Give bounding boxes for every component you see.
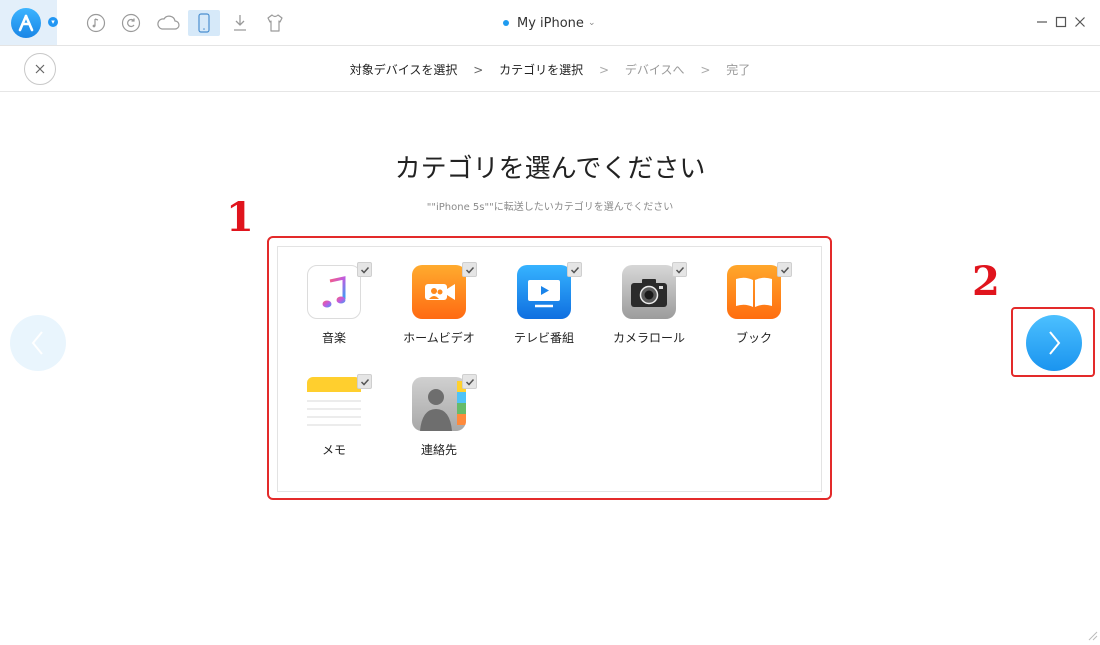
step-separator: > — [599, 63, 609, 77]
restore-icon[interactable] — [115, 10, 147, 36]
step-separator: > — [473, 63, 483, 77]
chevron-right-icon — [1044, 328, 1064, 358]
category-label: メモ — [282, 441, 386, 458]
close-icon[interactable] — [1071, 12, 1089, 32]
category-notes[interactable]: メモ — [282, 377, 382, 473]
tshirt-icon[interactable] — [259, 10, 291, 36]
category-label: ホームビデオ — [387, 329, 491, 346]
app-logo-area[interactable]: ▾ — [0, 0, 57, 45]
step-select-category: カテゴリを選択 — [499, 61, 583, 78]
step-separator: > — [700, 63, 710, 77]
category-music[interactable]: 音楽 — [282, 265, 382, 361]
title-bar: ▾ My iPhone ⌄ — [0, 0, 1100, 46]
page-subtitle: ""iPhone 5s""に転送したいカテゴリを選んでください — [0, 198, 1100, 213]
category-label: 音楽 — [282, 329, 386, 346]
next-button[interactable] — [1026, 315, 1082, 371]
breadcrumb: 対象デバイスを選択 > カテゴリを選択 > デバイスへ > 完了 — [0, 61, 1100, 78]
annotation-number-1: 1 — [226, 194, 254, 241]
minimize-icon[interactable] — [1033, 12, 1051, 32]
device-selector[interactable]: My iPhone ⌄ — [503, 14, 595, 32]
category-label: ブック — [702, 329, 806, 346]
category-home-video[interactable]: ホームビデオ — [387, 265, 487, 361]
category-contacts[interactable]: 連絡先 — [387, 377, 487, 473]
category-panel-highlight: 音楽 ホームビデオ — [267, 236, 832, 500]
books-icon — [727, 265, 781, 319]
connection-dot-icon — [503, 20, 509, 26]
download-icon[interactable] — [224, 10, 256, 36]
category-books[interactable]: ブック — [702, 265, 802, 361]
category-label: カメラロール — [597, 329, 701, 346]
music-icon[interactable] — [80, 10, 112, 36]
chevron-left-icon — [28, 328, 48, 358]
step-to-device: デバイスへ — [625, 61, 685, 78]
step-complete: 完了 — [726, 61, 750, 78]
notes-checkbox[interactable] — [357, 374, 372, 389]
app-logo-icon[interactable] — [11, 8, 41, 38]
category-tv-shows[interactable]: テレビ番組 — [492, 265, 592, 361]
wizard-bar: 対象デバイスを選択 > カテゴリを選択 > デバイスへ > 完了 — [0, 46, 1100, 92]
resize-grip-icon[interactable] — [1086, 626, 1098, 638]
chevron-down-icon: ⌄ — [588, 18, 596, 28]
cloud-icon[interactable] — [152, 10, 184, 36]
camera-icon — [622, 265, 676, 319]
category-label: テレビ番組 — [492, 329, 596, 346]
phone-icon[interactable] — [188, 10, 220, 36]
previous-button[interactable] — [10, 315, 66, 371]
category-label: 連絡先 — [387, 441, 491, 458]
music-checkbox[interactable] — [357, 262, 372, 277]
page-title: カテゴリを選んでください — [0, 148, 1100, 185]
music-app-icon — [307, 265, 361, 319]
tv-checkbox[interactable] — [567, 262, 582, 277]
camera-roll-checkbox[interactable] — [672, 262, 687, 277]
category-grid: 音楽 ホームビデオ — [277, 246, 822, 492]
annotation-number-2: 2 — [972, 258, 1000, 305]
home-video-checkbox[interactable] — [462, 262, 477, 277]
contacts-icon — [412, 377, 466, 431]
category-camera-roll[interactable]: カメラロール — [597, 265, 697, 361]
home-video-icon — [412, 265, 466, 319]
contacts-checkbox[interactable] — [462, 374, 477, 389]
device-name: My iPhone — [517, 16, 584, 31]
app-menu-dropdown-icon[interactable]: ▾ — [48, 17, 58, 27]
books-checkbox[interactable] — [777, 262, 792, 277]
maximize-icon[interactable] — [1052, 12, 1070, 32]
notes-icon — [307, 377, 361, 431]
step-select-device: 対象デバイスを選択 — [350, 61, 458, 78]
tv-app-icon — [517, 265, 571, 319]
